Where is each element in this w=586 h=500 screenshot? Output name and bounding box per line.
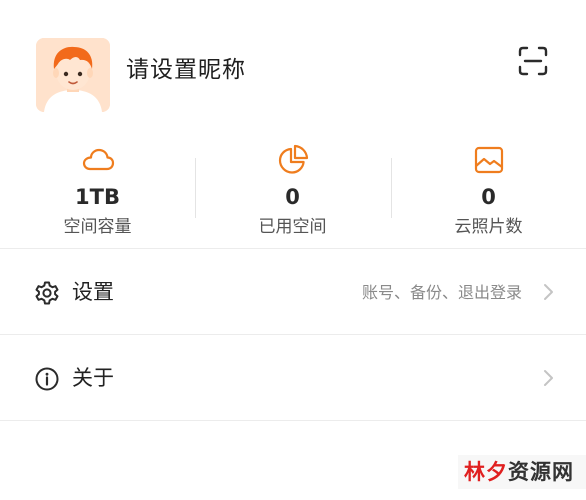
watermark-part-1: 林夕 xyxy=(464,460,508,484)
info-icon xyxy=(35,367,59,391)
row-divider xyxy=(0,334,586,335)
menu-item-settings[interactable]: 设置 账号、备份、退出登录 xyxy=(0,250,586,334)
stat-cloud-photos[interactable]: 0 云照片数 xyxy=(391,138,586,248)
profile-header: 请设置昵称 xyxy=(0,0,586,130)
profile-page: 请设置昵称 1TB 空间容量 0 已用空间 0 云照片数 设置 账号、备份、退出… xyxy=(0,0,586,500)
stat-label: 已用空间 xyxy=(258,217,327,237)
stat-value: 0 xyxy=(285,185,300,209)
stat-space-capacity[interactable]: 1TB 空间容量 xyxy=(0,138,195,248)
storage-stats: 1TB 空间容量 0 已用空间 0 云照片数 xyxy=(0,138,586,248)
stat-used-space[interactable]: 0 已用空间 xyxy=(195,138,390,248)
watermark: 林夕资源网 xyxy=(458,455,586,489)
menu-item-label: 设置 xyxy=(72,280,114,304)
cloud-icon xyxy=(82,148,114,171)
menu-item-about[interactable]: 关于 xyxy=(0,336,586,420)
row-divider xyxy=(0,420,586,421)
chevron-right-icon xyxy=(544,284,553,300)
stat-value: 1TB xyxy=(75,185,120,209)
stat-value: 0 xyxy=(481,185,496,209)
cartoon-avatar-icon xyxy=(36,38,110,112)
avatar[interactable] xyxy=(36,38,110,112)
scan-icon[interactable] xyxy=(516,44,550,78)
gear-icon xyxy=(35,281,59,305)
stat-label: 空间容量 xyxy=(63,217,132,237)
pie-chart-icon xyxy=(278,144,308,174)
section-divider xyxy=(0,248,586,249)
watermark-part-2: 资源网 xyxy=(508,460,574,484)
watermark-text: 林夕资源网 xyxy=(464,457,574,487)
image-icon xyxy=(474,146,503,174)
menu-item-subtitle: 账号、备份、退出登录 xyxy=(361,283,522,302)
menu-item-label: 关于 xyxy=(72,366,114,390)
stat-label: 云照片数 xyxy=(454,217,523,237)
nickname[interactable]: 请设置昵称 xyxy=(126,54,246,86)
chevron-right-icon xyxy=(544,370,553,386)
